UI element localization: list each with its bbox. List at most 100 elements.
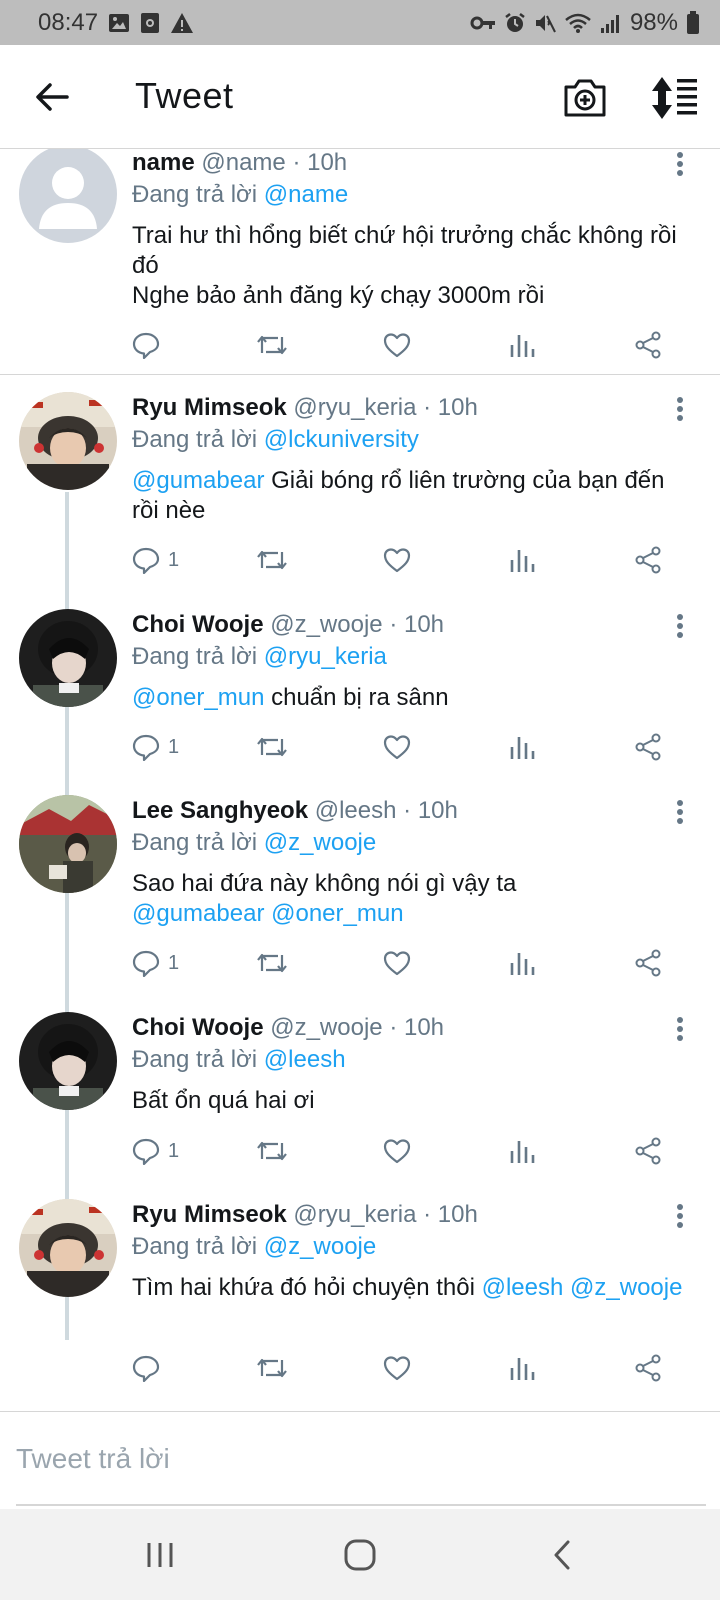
- share-icon: [635, 1354, 661, 1382]
- like-button[interactable]: [383, 1131, 411, 1171]
- sort-button[interactable]: [650, 75, 700, 121]
- system-navigation-bar: [0, 1509, 720, 1600]
- retweet-button[interactable]: [256, 1348, 288, 1388]
- mention-link[interactable]: @z_wooje: [570, 1274, 682, 1301]
- more-options-button[interactable]: [668, 149, 692, 179]
- reply-mention-link[interactable]: @lckuniversity: [264, 426, 419, 453]
- more-options-button[interactable]: [668, 611, 692, 641]
- reply-button[interactable]: 1: [132, 727, 179, 767]
- analytics-button[interactable]: [509, 727, 535, 767]
- like-button[interactable]: [383, 540, 411, 580]
- retweet-icon: [257, 1141, 287, 1161]
- reply-button[interactable]: [132, 325, 168, 365]
- reply-mention-link[interactable]: @ryu_keria: [264, 643, 387, 670]
- analytics-icon: [510, 335, 535, 357]
- back-arrow-icon: [36, 83, 69, 111]
- tweet-feed[interactable]: name @name · 10h Đang trả lời @name Trai…: [0, 149, 720, 1411]
- reply-button[interactable]: 1: [132, 943, 179, 983]
- recent-apps-button[interactable]: [130, 1527, 190, 1583]
- analytics-button[interactable]: [509, 540, 535, 580]
- handle[interactable]: @ryu_keria: [293, 394, 416, 421]
- analytics-button[interactable]: [509, 1348, 535, 1388]
- reply-icon: [132, 332, 160, 359]
- handle[interactable]: @name: [201, 149, 285, 176]
- share-button[interactable]: [634, 727, 662, 767]
- reply-mention-link[interactable]: @name: [264, 181, 348, 208]
- screen-record-icon: [140, 12, 160, 34]
- retweet-button[interactable]: [256, 325, 288, 365]
- replying-label: Đang trả lời: [132, 1046, 258, 1073]
- handle[interactable]: @leesh: [315, 797, 397, 824]
- mention-link[interactable]: @gumabear: [132, 467, 264, 494]
- home-button[interactable]: [330, 1527, 390, 1583]
- tweet-item[interactable]: Ryu Mimseok @ryu_keria · 10h Đang trả lờ…: [0, 392, 720, 607]
- tweet-text: Sao hai đứa này không nói gì vậy ta @gum…: [132, 869, 692, 929]
- alarm-icon: [504, 12, 526, 34]
- camera-button[interactable]: [562, 75, 608, 121]
- retweet-button[interactable]: [256, 1131, 288, 1171]
- timestamp: · 10h: [423, 1201, 478, 1228]
- system-back-button[interactable]: [532, 1527, 592, 1583]
- reply-button[interactable]: 1: [132, 1131, 179, 1171]
- retweet-button[interactable]: [256, 943, 288, 983]
- tweet-item[interactable]: Lee Sanghyeok @leesh · 10h Đang trả lời …: [0, 795, 720, 1010]
- analytics-button[interactable]: [509, 1131, 535, 1171]
- tweet-item[interactable]: Choi Wooje @z_wooje · 10h Đang trả lời @…: [0, 1012, 720, 1197]
- reply-mention-link[interactable]: @z_wooje: [264, 829, 376, 856]
- reply-button[interactable]: [132, 1348, 168, 1388]
- like-button[interactable]: [383, 1348, 411, 1388]
- handle[interactable]: @ryu_keria: [293, 1201, 416, 1228]
- analytics-button[interactable]: [509, 325, 535, 365]
- tweet-item[interactable]: name @name · 10h Đang trả lời @name Trai…: [0, 149, 720, 375]
- share-button[interactable]: [634, 325, 662, 365]
- reply-count: 1: [168, 1139, 180, 1162]
- retweet-icon: [257, 1358, 287, 1378]
- more-vertical-icon: [677, 397, 683, 421]
- tweet-item[interactable]: Ryu Mimseok @ryu_keria · 10h Đang trả lờ…: [0, 1199, 720, 1411]
- avatar[interactable]: [19, 795, 117, 893]
- mention-link[interactable]: @oner_mun: [271, 900, 403, 927]
- share-button[interactable]: [634, 943, 662, 983]
- display-name[interactable]: Ryu Mimseok: [132, 394, 287, 421]
- more-options-button[interactable]: [668, 1014, 692, 1044]
- share-button[interactable]: [634, 540, 662, 580]
- reply-button[interactable]: 1: [132, 540, 179, 580]
- retweet-button[interactable]: [256, 540, 288, 580]
- avatar[interactable]: [19, 149, 117, 243]
- retweet-button[interactable]: [256, 727, 288, 767]
- share-button[interactable]: [634, 1131, 662, 1171]
- mention-link[interactable]: @leesh: [482, 1274, 564, 1301]
- avatar[interactable]: [19, 609, 117, 707]
- like-button[interactable]: [383, 325, 411, 365]
- back-button[interactable]: [30, 75, 74, 119]
- more-options-button[interactable]: [668, 797, 692, 827]
- more-options-button[interactable]: [668, 394, 692, 424]
- tweet-text-body: Sao hai đứa này không nói gì vậy ta: [132, 870, 517, 897]
- reply-input[interactable]: [16, 1434, 706, 1484]
- analytics-button[interactable]: [509, 943, 535, 983]
- tweet-item[interactable]: Choi Wooje @z_wooje · 10h Đang trả lời @…: [0, 609, 720, 794]
- more-options-button[interactable]: [668, 1201, 692, 1231]
- avatar[interactable]: [19, 392, 117, 490]
- display-name[interactable]: Lee Sanghyeok: [132, 797, 308, 824]
- display-name[interactable]: Choi Wooje: [132, 611, 264, 638]
- handle[interactable]: @z_wooje: [270, 611, 382, 638]
- reply-mention-link[interactable]: @leesh: [264, 1046, 346, 1073]
- tweet-text-body: Bất ổn quá hai ơi: [132, 1087, 315, 1114]
- tweet-actions: [0, 1348, 720, 1388]
- avatar[interactable]: [19, 1199, 117, 1297]
- analytics-icon: [510, 1358, 535, 1380]
- reply-mention-link[interactable]: @z_wooje: [264, 1233, 376, 1260]
- display-name[interactable]: Ryu Mimseok: [132, 1201, 287, 1228]
- display-name[interactable]: Choi Wooje: [132, 1014, 264, 1041]
- like-button[interactable]: [383, 943, 411, 983]
- recent-apps-icon: [147, 1543, 173, 1567]
- avatar[interactable]: [19, 1012, 117, 1110]
- like-button[interactable]: [383, 727, 411, 767]
- share-button[interactable]: [634, 1348, 662, 1388]
- handle[interactable]: @z_wooje: [270, 1014, 382, 1041]
- mention-link[interactable]: @gumabear: [132, 900, 264, 927]
- tweet-text-line: Nghe bảo ảnh đăng ký chạy 3000m rồi: [132, 282, 545, 309]
- mention-link[interactable]: @oner_mun: [132, 684, 264, 711]
- display-name[interactable]: name: [132, 149, 195, 176]
